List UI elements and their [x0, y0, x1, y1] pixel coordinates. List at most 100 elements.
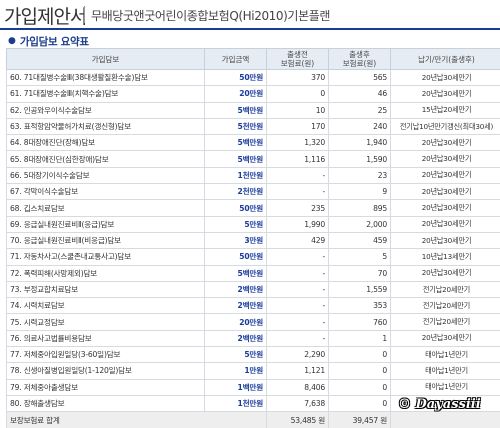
premium-after-birth: 1,940 — [328, 134, 391, 152]
premium-after-birth: 23 — [328, 166, 391, 185]
table-row: 74. 시력치료담보 2백만원 -353 전기납20세만기 — [6, 297, 500, 315]
coverage-amount: 1천만원 — [204, 166, 267, 185]
section-heading: ● 가입담보 요약표 — [8, 34, 89, 48]
table-row: 62. 인공와우이식수술담보 5백만원 10 25 15년납20세만기 — [6, 101, 500, 119]
coverage-amount: 20만원 — [204, 85, 267, 103]
premium-before-birth: 10 — [266, 101, 329, 119]
total-premium-after-birth: 39,457 원 — [328, 411, 391, 428]
table-row: 65. 8대장애진단(심한장애)담보 5백만원 1,116 1,590 20년납30세만… — [6, 150, 500, 168]
coverage-name: 63. 표적항암약물허가치료(갱신형)담보 — [6, 117, 205, 136]
coverage-name: 77. 저체중아입원일당(3-60일)담보 — [6, 346, 205, 364]
coverage-amount: 50만원 — [204, 199, 267, 217]
payment-term: 전기납20세만기 — [390, 280, 500, 299]
coverage-amount: 2백만원 — [204, 329, 267, 348]
coverage-amount: 2천만원 — [204, 183, 267, 201]
coverage-name: 73. 부정교합치료담보 — [6, 280, 205, 299]
table-row: 66. 5대장기이식수술담보 1천만원 -23 20년납30세만기 — [6, 166, 500, 185]
coverage-amount: 3만원 — [204, 231, 267, 250]
table-row: 77. 저체중아입원일당(3-60일)담보 5만원 2,290 0 태아납1년만기 — [6, 346, 500, 364]
coverage-name: 66. 5대장기이식수술담보 — [6, 166, 205, 185]
coverage-amount: 2백만원 — [204, 297, 267, 315]
plan-name: 무배당굿앤굿어린이종합보험Q(Hi2010)기본플랜 — [91, 9, 330, 23]
premium-after-birth: 9 — [328, 183, 391, 201]
payment-term: 20년납30세만기 — [390, 264, 500, 282]
premium-before-birth: 2,290 — [266, 346, 329, 364]
total-premium-before-birth: 53,485 원 — [266, 411, 329, 428]
coverage-name: 70. 응급실내원진료비Ⅱ(비응급)담보 — [6, 231, 205, 250]
premium-before-birth: 1,990 — [266, 215, 329, 233]
coverage-name: 80. 장해출생담보 — [6, 394, 205, 413]
coverage-amount: 5백만원 — [204, 134, 267, 152]
payment-term: 태아납1년만기 — [390, 378, 500, 396]
payment-term: 20년납30세만기 — [390, 231, 500, 250]
premium-before-birth: - — [266, 313, 329, 331]
table-row: 67. 각막이식수술담보 2천만원 -9 20년납30세만기 — [6, 183, 500, 201]
coverage-amount: 5백만원 — [204, 264, 267, 282]
coverage-name: 78. 신생아질병입원일당(1-120일)담보 — [6, 362, 205, 380]
coverage-name: 62. 인공와우이식수술담보 — [6, 101, 205, 119]
premium-after-birth: 1 — [328, 329, 391, 348]
header-term: 납기/만기(출생후) — [390, 48, 500, 70]
payment-term: 태아납1년만기 — [390, 362, 500, 380]
payment-term: 20년납30세만기 — [390, 68, 500, 87]
premium-after-birth: 459 — [328, 231, 391, 250]
payment-term: 20년납30세만기 — [390, 215, 500, 233]
table-row: 63. 표적항암약물허가치료(갱신형)담보 5천만원 170 240 전기납10년만기갱… — [6, 117, 500, 136]
payment-term: 20년납30세만기 — [390, 166, 500, 185]
coverage-name: 68. 깁스치료담보 — [6, 199, 205, 217]
premium-before-birth: 1,320 — [266, 134, 329, 152]
premium-before-birth: 429 — [266, 231, 329, 250]
table-row: 78. 신생아질병입원일당(1-120일)담보 1만원 1,121 0 태아납1년만기 — [6, 362, 500, 380]
premium-after-birth: 353 — [328, 297, 391, 315]
payment-term: 전기납20세만기 — [390, 313, 500, 331]
total-label: 보장보험료 합계 — [6, 411, 267, 428]
premium-before-birth: - — [266, 248, 329, 266]
page-title: 가입제안서 — [4, 6, 87, 28]
coverage-amount: 1만원 — [204, 362, 267, 380]
coverage-amount: 5백만원 — [204, 101, 267, 119]
table-row: 70. 응급실내원진료비Ⅱ(비응급)담보 3만원 429 459 20년납30세만기 — [6, 231, 500, 250]
premium-before-birth: - — [266, 329, 329, 348]
coverage-amount: 50만원 — [204, 68, 267, 87]
premium-after-birth: 70 — [328, 264, 391, 282]
table-row: 71. 자동차사고(스쿨존내교통사고)담보 50만원 -5 10년납13세만기 — [6, 248, 500, 266]
table-row: 69. 응급실내원진료비Ⅱ(응급)담보 5만원 1,990 2,000 20년납30세만… — [6, 215, 500, 233]
payment-term: 10년납13세만기 — [390, 248, 500, 266]
table-row: 79. 저체중아출생담보 1백만원 8,406 0 태아납1년만기 — [6, 378, 500, 396]
table-row: 64. 8대장애진단(장해)담보 5백만원 1,320 1,940 20년납30세만기 — [6, 134, 500, 152]
payment-term: 20년납30세만기 — [390, 329, 500, 348]
table-row: 60. 71대질병수술Ⅲ(38대생활질환수술)담보 50만원 370 565 20년납3… — [6, 68, 500, 87]
table-row: 72. 폭력피해(사망제외)담보 5백만원 -70 20년납30세만기 — [6, 264, 500, 282]
coverage-name: 60. 71대질병수술Ⅲ(38대생활질환수술)담보 — [6, 68, 205, 87]
bullet-icon: ● — [8, 36, 16, 46]
payment-term: 20년납30세만기 — [390, 85, 500, 103]
coverage-amount: 1천만원 — [204, 394, 267, 413]
table-row: 68. 깁스치료담보 50만원 235 895 20년납30세만기 — [6, 199, 500, 217]
coverage-name: 67. 각막이식수술담보 — [6, 183, 205, 201]
header-premium-after-birth: 출생후 보험료(원) — [328, 48, 391, 70]
section-title: 가입담보 요약표 — [19, 35, 89, 48]
premium-after-birth: 5 — [328, 248, 391, 266]
coverage-amount: 5백만원 — [204, 150, 267, 168]
premium-after-birth: 1,590 — [328, 150, 391, 168]
coverage-name: 61. 71대질병수술Ⅲ(치핵수술)담보 — [6, 85, 205, 103]
coverage-amount: 20만원 — [204, 313, 267, 331]
premium-before-birth: - — [266, 183, 329, 201]
payment-term: 20년납30세만기 — [390, 134, 500, 152]
premium-before-birth: 0 — [266, 85, 329, 103]
coverage-name: 65. 8대장애진단(심한장애)담보 — [6, 150, 205, 168]
header-premium-before-birth: 출생전 보험료(원) — [266, 48, 329, 70]
premium-after-birth: 0 — [328, 378, 391, 396]
table-row: 75. 시력교정담보 20만원 -760 전기납20세만기 — [6, 313, 500, 331]
premium-before-birth: - — [266, 280, 329, 299]
premium-before-birth: 370 — [266, 68, 329, 87]
premium-after-birth: 0 — [328, 394, 391, 413]
document-header: 가입제안서 무배당굿앤굿어린이종합보험Q(Hi2010)기본플랜 — [0, 0, 500, 30]
watermark: © Dayassiii — [398, 397, 481, 412]
premium-before-birth: 8,406 — [266, 378, 329, 396]
coverage-name: 74. 시력치료담보 — [6, 297, 205, 315]
premium-after-birth: 760 — [328, 313, 391, 331]
premium-before-birth: - — [266, 297, 329, 315]
premium-after-birth: 240 — [328, 117, 391, 136]
premium-after-birth: 0 — [328, 346, 391, 364]
